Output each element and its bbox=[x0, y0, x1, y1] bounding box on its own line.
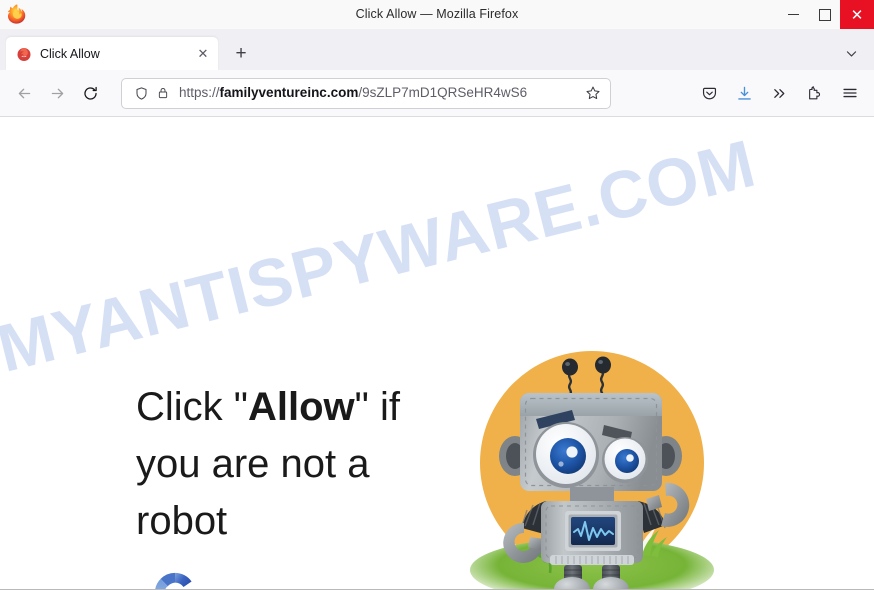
firefox-favicon-icon bbox=[16, 46, 32, 62]
tab-title: Click Allow bbox=[40, 46, 100, 61]
e-captcha-badge: E-CAPTCHA bbox=[138, 569, 212, 589]
list-all-tabs-chevron-down-icon[interactable] bbox=[840, 42, 862, 64]
reload-button[interactable] bbox=[74, 77, 107, 109]
tracking-protection-shield-icon[interactable] bbox=[130, 82, 152, 104]
page-headline: Click "Allow" if you are not a robot bbox=[136, 379, 456, 550]
new-tab-button[interactable]: + bbox=[226, 38, 256, 68]
page-content: MYANTISPYWARE.COM Click "Allow" if you a… bbox=[0, 117, 874, 590]
headline-emphasis: Allow bbox=[247, 385, 355, 429]
tab-close-icon[interactable]: ✕ bbox=[194, 45, 212, 63]
minimize-button[interactable] bbox=[778, 0, 809, 29]
save-to-pocket-icon[interactable] bbox=[693, 77, 726, 109]
url-host: familyventureinc.com bbox=[219, 85, 359, 100]
navigation-toolbar: https://familyventureinc.com/9sZLP7mD1QR… bbox=[0, 70, 874, 117]
url-path: /9sZLP7mD1QRSeHR4wS6 bbox=[358, 85, 528, 100]
headline-prefix: Click " bbox=[136, 385, 248, 429]
url-text[interactable]: https://familyventureinc.com/9sZLP7mD1QR… bbox=[179, 84, 582, 102]
close-window-button[interactable]: ✕ bbox=[840, 0, 874, 29]
tab-click-allow[interactable]: Click Allow ✕ bbox=[6, 37, 218, 70]
firefox-browser-window: Click Allow — Mozilla Firefox ✕ Click Al… bbox=[0, 0, 874, 590]
gray-robot-mascot-illustration bbox=[462, 315, 722, 589]
address-bar[interactable]: https://familyventureinc.com/9sZLP7mD1QR… bbox=[121, 77, 611, 109]
window-controls: ✕ bbox=[778, 0, 874, 29]
extensions-puzzle-icon[interactable] bbox=[798, 77, 831, 109]
minimize-icon bbox=[788, 14, 799, 15]
downloads-icon[interactable] bbox=[728, 77, 761, 109]
window-titlebar: Click Allow — Mozilla Firefox ✕ bbox=[0, 0, 874, 30]
application-menu-icon[interactable] bbox=[833, 77, 866, 109]
url-scheme: https:// bbox=[179, 85, 220, 100]
overflow-menu-icon[interactable] bbox=[763, 77, 796, 109]
window-title: Click Allow — Mozilla Firefox bbox=[355, 7, 519, 21]
maximize-button[interactable] bbox=[809, 0, 840, 29]
bookmark-star-icon[interactable] bbox=[582, 82, 604, 104]
back-button[interactable] bbox=[8, 77, 41, 109]
site-watermark: MYANTISPYWARE.COM bbox=[0, 125, 763, 387]
forward-button[interactable] bbox=[41, 77, 74, 109]
padlock-icon[interactable] bbox=[152, 82, 174, 104]
tab-strip: Click Allow ✕ + bbox=[0, 30, 874, 70]
maximize-icon bbox=[818, 8, 831, 21]
toolbar-right-icons bbox=[693, 77, 866, 109]
